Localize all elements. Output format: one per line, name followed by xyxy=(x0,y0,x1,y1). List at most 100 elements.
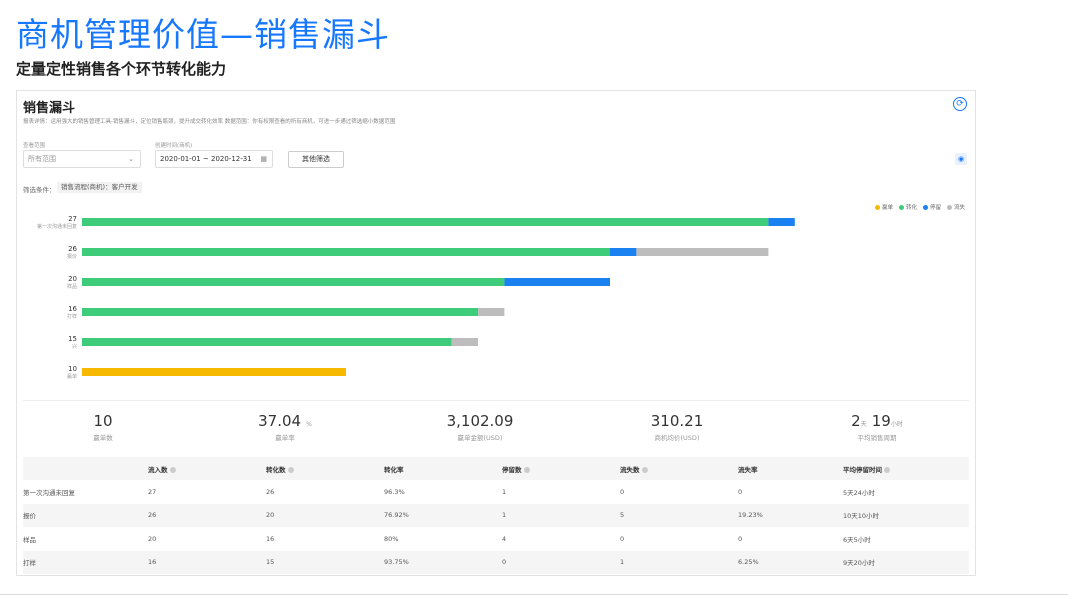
table-cell: 9天20小时 xyxy=(843,550,969,574)
funnel-bar-segment[interactable] xyxy=(610,248,637,256)
stat-avg-price: 310.21 商机均价(USD) xyxy=(650,412,704,442)
other-filter-button[interactable]: 其他筛选 xyxy=(288,151,344,168)
divider xyxy=(23,400,969,401)
table-header: 平均停留时间 xyxy=(843,457,969,480)
table-cell: 样品 xyxy=(23,535,36,544)
funnel-stage-label: 样品 xyxy=(67,283,77,290)
table-cell[interactable]: 1 xyxy=(502,503,620,527)
table-cell[interactable]: 0 xyxy=(620,527,738,551)
table-cell[interactable]: 1 xyxy=(620,550,738,574)
funnel-bar-segment[interactable] xyxy=(82,278,505,286)
funnel-bar-segment[interactable] xyxy=(636,248,769,256)
stat-avg-cycle: 2天 19小时 平均销售周期 xyxy=(851,412,903,442)
table-cell: 报价 xyxy=(23,503,148,527)
refresh-icon[interactable]: ⟳ xyxy=(953,97,967,111)
table-header: 流失率 xyxy=(738,457,843,480)
chevron-down-icon: ⌄ xyxy=(128,155,134,163)
help-icon[interactable] xyxy=(523,466,530,473)
legend-dot xyxy=(946,205,952,210)
condition-label: 筛选条件： xyxy=(23,186,56,194)
date-range-value: 2020-01-01 ~ 2020-12-31 xyxy=(160,155,252,163)
table-cell: 16 xyxy=(266,534,275,543)
help-icon[interactable] xyxy=(287,466,294,473)
table-cell[interactable]: 5 xyxy=(620,503,738,527)
table-header: 流入数 xyxy=(148,457,266,480)
funnel-stage-label: 第一次沟通未回复 xyxy=(37,223,77,230)
funnel-total-label: 26 xyxy=(68,245,77,253)
funnel-stage-label: 赢单 xyxy=(67,373,77,380)
table-header xyxy=(23,457,148,480)
table-cell: 16 xyxy=(148,550,266,574)
table-row: 报价 26 20 76.92% 1 5 19.23% 10天10小时 xyxy=(23,503,969,527)
calendar-icon: ▦ xyxy=(260,155,267,163)
funnel-stage-label: 打样 xyxy=(67,313,77,320)
funnel-total-label: 27 xyxy=(68,215,77,223)
table-cell: 20 xyxy=(266,503,384,527)
table-header-row: 流入数 转化数 转化率 停留数 流失数 流失率 平均停留时间 xyxy=(23,457,969,480)
table-row: 第一次沟通未回复 27 26 96.3% 1 0 0 5天24小时 xyxy=(23,480,969,504)
condition-tag[interactable]: 销售流程(商机)：客户开发 xyxy=(57,182,142,193)
funnel-bar-segment[interactable] xyxy=(82,368,346,376)
funnel-total-label: 20 xyxy=(68,275,77,283)
table-cell[interactable]: 1 xyxy=(502,480,620,504)
table-cell: 26 xyxy=(148,503,266,527)
slide-subtitle: 定量定性销售各个环节转化能力 xyxy=(16,60,227,78)
scope-label: 查看范围 xyxy=(23,143,46,149)
funnel-bar-segment[interactable] xyxy=(82,218,769,226)
table-header: 转化数 xyxy=(266,457,384,480)
funnel-stage-label: 报价 xyxy=(67,253,77,260)
funnel-bar-segment[interactable] xyxy=(504,278,610,286)
table-cell: 26 xyxy=(266,487,275,496)
table-row: 打样 16 15 93.75% 0 1 6.25% 9天20小时 xyxy=(23,550,969,574)
table-cell: 第一次沟通未回复 xyxy=(23,488,75,497)
scope-value: 所有范围 xyxy=(28,155,56,163)
stat-won-count: 10 赢单数 xyxy=(93,412,113,442)
eye-icon[interactable]: ◉ xyxy=(955,153,967,165)
table-cell: 93.75% xyxy=(384,550,502,574)
help-icon[interactable] xyxy=(169,466,176,473)
table-cell: 打样 xyxy=(23,550,148,574)
table-cell: 76.92% xyxy=(384,503,502,527)
table-cell: 5天24小时 xyxy=(843,488,875,497)
funnel-bar-segment[interactable] xyxy=(478,308,505,316)
chart-legend: 赢单 转化 停留 流失 xyxy=(874,203,965,211)
slide-title: 商机管理价值—销售漏斗 xyxy=(16,15,390,54)
funnel-bar-segment[interactable] xyxy=(768,218,795,226)
help-icon[interactable] xyxy=(641,466,648,473)
help-icon[interactable] xyxy=(884,466,890,473)
legend-item-converted[interactable]: 转化 xyxy=(898,203,917,211)
table-cell: 0 xyxy=(738,534,743,543)
legend-dot xyxy=(922,205,928,210)
table-cell[interactable]: 0 xyxy=(502,550,620,574)
legend-item-lost[interactable]: 流失 xyxy=(946,203,965,211)
legend-dot xyxy=(898,205,904,210)
stat-won-amount: 3,102.09 赢单金额(USD) xyxy=(446,412,514,442)
funnel-bar-segment[interactable] xyxy=(451,338,478,346)
table-cell: 96.3% xyxy=(384,487,405,496)
funnel-bar-segment[interactable] xyxy=(82,308,478,316)
funnel-total-label: 15 xyxy=(68,335,77,343)
table-cell: 27 xyxy=(148,487,157,496)
table-cell: 6天5小时 xyxy=(843,535,871,544)
panel-title: 销售漏斗 xyxy=(23,101,76,116)
legend-item-stalled[interactable]: 停留 xyxy=(922,203,941,211)
funnel-total-label: 16 xyxy=(68,305,77,313)
table-header: 停留数 xyxy=(502,457,620,480)
stat-win-rate: 37.04 % 赢单率 xyxy=(258,412,312,442)
funnel-stage-label: 兴 xyxy=(72,343,77,350)
table-cell: 80% xyxy=(384,534,399,543)
funnel-chart: 27第一次沟通未回复 26报价 20样品 16打样 15兴 10赢单 xyxy=(37,215,795,380)
legend-dot xyxy=(874,205,880,210)
scope-select[interactable]: 所有范围 ⌄ xyxy=(23,150,141,168)
table-row: 样品 20 16 80% 4 0 0 6天5小时 xyxy=(23,527,969,551)
table-cell[interactable]: 4 xyxy=(502,527,620,551)
legend-item-won[interactable]: 赢单 xyxy=(874,203,893,211)
table-cell: 19.23% xyxy=(738,503,843,527)
funnel-bar-segment[interactable] xyxy=(82,248,610,256)
funnel-bar-segment[interactable] xyxy=(82,338,452,346)
table-cell[interactable]: 0 xyxy=(620,480,738,504)
panel-description: 报表详情：运用强大的销售管理工具-销售漏斗，定位销售瓶颈，提升成交转化效率 数据… xyxy=(23,119,396,125)
table-header: 转化率 xyxy=(384,457,502,480)
table-header: 流失数 xyxy=(620,457,738,480)
date-range-picker[interactable]: 2020-01-01 ~ 2020-12-31 ▦ xyxy=(155,150,273,168)
